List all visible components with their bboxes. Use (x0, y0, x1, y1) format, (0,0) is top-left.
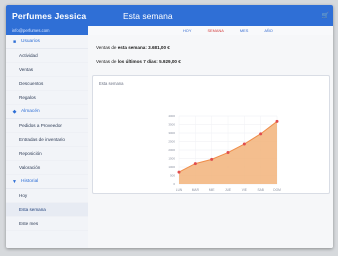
sidebar-item-entradas[interactable]: Entradas de inventario (6, 133, 88, 147)
sidebar-item-valoracion[interactable]: Valoración (6, 161, 88, 175)
chart-card: Esta semana LUN MAR MIE JUE VIE SAB DOM 4000 350… (92, 75, 330, 194)
data-point[interactable] (193, 162, 197, 166)
page-title: Esta semana (123, 10, 173, 21)
sidebar-item-esta-semana[interactable]: Esta semana (6, 203, 88, 217)
sidebar-item-actividad[interactable]: Actividad (6, 49, 88, 63)
sidebar-group-usuarios[interactable]: ■ Usuarios (6, 35, 88, 49)
y-tick-label: 2000 (168, 148, 175, 152)
sidebar-item-reposicion[interactable]: Reposición (6, 147, 88, 161)
data-point[interactable] (259, 132, 263, 136)
stat-last7-label: Ventas de (96, 59, 118, 64)
store-icon: ◆ (12, 108, 17, 115)
stat-week-label: Ventas de (96, 45, 118, 50)
sidebar-item-pedidos[interactable]: Pedidos a Proveedor (6, 119, 88, 133)
data-point[interactable] (242, 142, 246, 146)
top-bar: Esta semana 🛒 (88, 5, 333, 26)
sidebar-group-historial[interactable]: ▼ Historial (6, 175, 88, 189)
sidebar-item-hoy[interactable]: Hoy (6, 189, 88, 203)
y-tick-label: 1000 (168, 165, 175, 169)
sidebar-group-label: Historial (21, 179, 39, 184)
tab-hoy[interactable]: HOY (183, 28, 191, 33)
stat-last7-label-bold: los últimos 7 días (117, 59, 157, 64)
app-window: Perfumes Jessica info@perfumes.com ■ Usu… (6, 5, 333, 248)
stat-last7-value: 5.929,00 € (159, 59, 181, 64)
tab-mes[interactable]: MES (240, 28, 248, 33)
brand-title: Perfumes Jessica (6, 5, 88, 26)
y-tick-label: 3500 (168, 123, 175, 127)
cart-icon[interactable]: 🛒 (322, 12, 329, 19)
x-tick-label: SAB (257, 188, 263, 192)
stat-week-label-bold: esta semana (117, 45, 146, 50)
stat-last7-colon: : (156, 59, 158, 64)
x-tick-label: LUN (176, 188, 183, 192)
y-tick-label: 2500 (168, 140, 175, 144)
stat-week-colon: : (145, 45, 147, 50)
user-icon: ■ (12, 38, 17, 45)
filter-icon: ▼ (12, 178, 17, 185)
x-tick-label: JUE (225, 188, 231, 192)
data-point[interactable] (226, 151, 230, 155)
data-point[interactable] (275, 119, 279, 123)
account-email: info@perfumes.com (6, 26, 88, 35)
stat-week-value: 3.681,00 € (148, 45, 170, 50)
y-tick-label: 4000 (168, 114, 175, 118)
sidebar-group-almacen[interactable]: ◆ Almacén (6, 105, 88, 119)
stat-last7: Ventas de los últimos 7 días: 5.929,00 € (96, 59, 181, 64)
y-tick-label: 1500 (168, 157, 175, 161)
tab-semana[interactable]: SEMANA (207, 28, 223, 33)
y-tick-label: 0 (173, 182, 175, 186)
data-point[interactable] (177, 170, 181, 174)
y-tick-label: 3000 (168, 131, 175, 135)
y-tick-label: 500 (170, 174, 175, 178)
x-tick-label: VIE (242, 188, 247, 192)
sidebar: Perfumes Jessica info@perfumes.com ■ Usu… (6, 5, 89, 248)
window-frame: Perfumes Jessica info@perfumes.com ■ Usu… (0, 0, 338, 256)
sidebar-item-regalos[interactable]: Regalos (6, 91, 88, 105)
main-content: Ventas de esta semana: 3.681,00 € Ventas… (88, 35, 333, 248)
sidebar-item-ventas[interactable]: Ventas (6, 63, 88, 77)
stat-week: Ventas de esta semana: 3.681,00 € (96, 45, 170, 50)
data-point[interactable] (210, 157, 214, 161)
chart-svg: LUN MAR MIE JUE VIE SAB DOM 4000 3500 3000 2500 200… (168, 114, 281, 192)
sidebar-group-label: Usuarios (21, 39, 40, 44)
sidebar-item-descuentos[interactable]: Descuentos (6, 77, 88, 91)
sidebar-group-label: Almacén (21, 109, 40, 114)
x-tick-label: MIE (209, 188, 215, 192)
tab-ano[interactable]: AÑO (264, 28, 272, 33)
x-tick-label: MAR (192, 188, 200, 192)
sidebar-item-este-mes[interactable]: Este mes (6, 217, 88, 231)
x-tick-label: DOM (273, 188, 281, 192)
